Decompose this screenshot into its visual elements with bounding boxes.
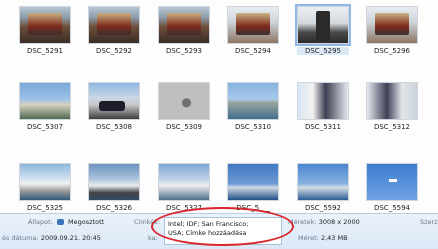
- dimensions-row: Méretek: 3008 x 2000: [288, 218, 360, 226]
- tags-line-1: Intel; IDF; San Francisco;: [168, 220, 249, 228]
- thumbnail-caption: DSC_5310: [234, 123, 272, 131]
- photo-thumbnail: [297, 82, 349, 120]
- photo-thumbnail: [158, 82, 210, 120]
- thumbnail-item[interactable]: DSC_5594: [366, 163, 418, 212]
- thumbnail-item[interactable]: DSC_5310: [227, 82, 279, 131]
- thumbnail-item[interactable]: DSC_5292: [88, 6, 140, 55]
- date-label: és dátuma:: [2, 234, 39, 242]
- photo-thumbnail: [366, 6, 418, 44]
- photo-thumbnail: [227, 163, 279, 201]
- thumbnail-caption: DSC_5291: [26, 47, 64, 55]
- thumbnail-caption: DSC_5308: [95, 123, 133, 131]
- tags-line-2: USA; Címke hozzáadása: [168, 228, 247, 237]
- photo-thumbnail: [19, 6, 71, 44]
- thumbnail-item[interactable]: DSC_5___: [227, 163, 279, 212]
- thumbnail-caption: DSC_5295: [297, 47, 349, 55]
- thumbnail-item[interactable]: DSC_5307: [19, 82, 71, 131]
- author-label: Szerz: [420, 218, 438, 226]
- state-row: Állapot: Megosztott: [28, 218, 104, 226]
- photo-thumbnail: [366, 163, 418, 201]
- photo-thumbnail: [158, 6, 210, 44]
- thumbnail-item[interactable]: DSC_5293: [158, 6, 210, 55]
- size-row: Méret: 2,43 MB: [298, 234, 348, 242]
- photo-thumbnail: [88, 82, 140, 120]
- share-icon: [56, 219, 64, 225]
- thumbnail-caption: DSC_5309: [165, 123, 203, 131]
- rating-label: ka:: [148, 234, 158, 242]
- tags-field[interactable]: Intel; IDF; San Francisco; USA; Címke ho…: [164, 217, 282, 245]
- photo-thumbnail: [88, 6, 140, 44]
- thumbnail-item[interactable]: DSC_5291: [19, 6, 71, 55]
- photo-thumbnail: [366, 82, 418, 120]
- size-label: Méret:: [298, 234, 319, 242]
- details-pane: Állapot: Megosztott és dátuma: 2009.09.2…: [0, 213, 438, 249]
- thumbnail-grid: DSC_5291 DSC_5292 DSC_5293 DSC_5294 DSC_…: [0, 0, 438, 213]
- thumbnail-item[interactable]: DSC_5309: [158, 82, 210, 131]
- thumbnail-caption: DSC_5594: [373, 204, 411, 212]
- photo-thumbnail: [88, 163, 140, 201]
- thumbnail-caption: DSC_5292: [95, 47, 133, 55]
- thumbnail-item[interactable]: DSC_5327: [158, 163, 210, 212]
- thumbnail-caption: DSC_5307: [26, 123, 64, 131]
- thumbnail-caption: DSC_5312: [373, 123, 411, 131]
- thumbnail-caption: DSC_5325: [26, 204, 64, 212]
- thumbnail-item[interactable]: DSC_5592: [297, 163, 349, 212]
- photo-thumbnail: [295, 4, 351, 46]
- thumbnail-caption: DSC_5327: [165, 204, 203, 212]
- date-value: 2009.09.21. 20:45: [40, 234, 101, 242]
- thumbnail-item[interactable]: DSC_5326: [88, 163, 140, 212]
- thumbnail-caption: DSC_5294: [234, 47, 272, 55]
- tags-label: Címkék:: [134, 218, 161, 226]
- dimensions-label: Méretek:: [288, 218, 317, 226]
- thumbnail-caption: DSC_5___: [236, 204, 270, 212]
- photo-thumbnail: [227, 82, 279, 120]
- photo-thumbnail: [227, 6, 279, 44]
- photo-thumbnail: [19, 163, 71, 201]
- date-row: és dátuma: 2009.09.21. 20:45: [2, 234, 101, 242]
- thumbnail-item[interactable]: DSC_5311: [297, 82, 349, 131]
- thumbnail-item[interactable]: DSC_5312: [366, 82, 418, 131]
- state-label: Állapot:: [28, 218, 53, 226]
- thumbnail-caption: DSC_5293: [165, 47, 203, 55]
- thumbnail-caption: DSC_5326: [95, 204, 133, 212]
- thumbnail-caption: DSC_5296: [373, 47, 411, 55]
- photo-thumbnail: [19, 82, 71, 120]
- thumbnail-item[interactable]: DSC_5294: [227, 6, 279, 55]
- thumbnail-item[interactable]: DSC_5325: [19, 163, 71, 212]
- thumbnail-caption: DSC_5311: [304, 123, 342, 131]
- thumbnail-item[interactable]: DSC_5308: [88, 82, 140, 131]
- size-value: 2,43 MB: [320, 234, 348, 242]
- thumbnail-caption: DSC_5592: [304, 204, 342, 212]
- state-value: Megosztott: [68, 218, 105, 226]
- photo-thumbnail: [158, 163, 210, 201]
- thumbnail-item-selected[interactable]: DSC_5295: [295, 4, 351, 55]
- photo-thumbnail: [297, 163, 349, 201]
- dimensions-value: 3008 x 2000: [318, 218, 360, 226]
- thumbnail-item[interactable]: DSC_5296: [366, 6, 418, 55]
